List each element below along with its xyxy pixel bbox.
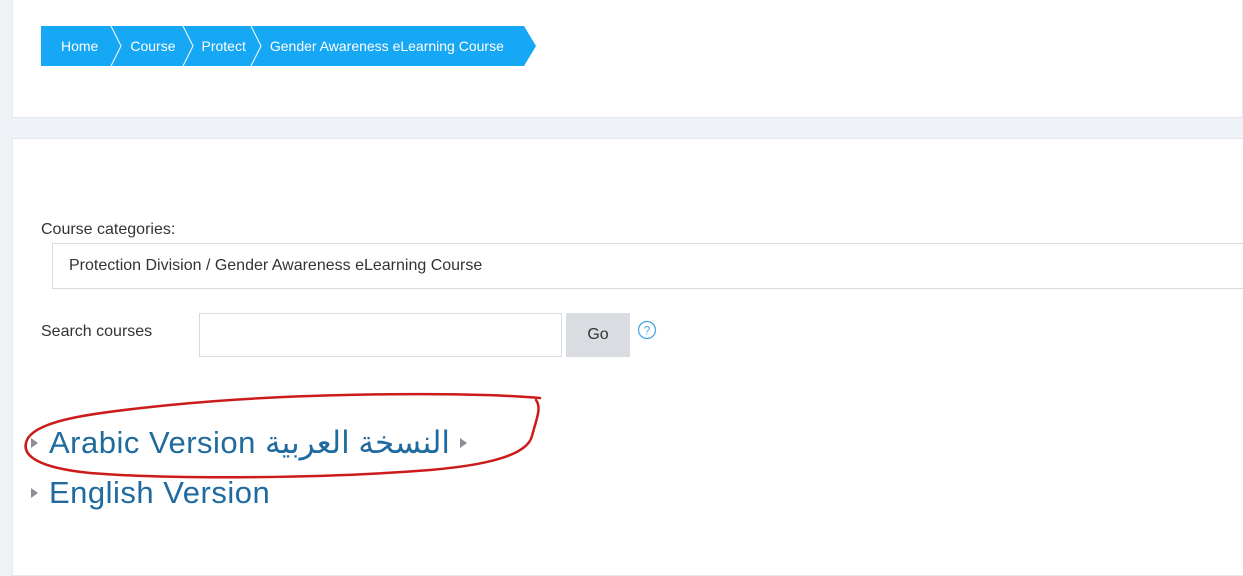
breadcrumb-home[interactable]: Home: [41, 26, 111, 66]
breadcrumb-panel: Home Course Protect Gender Awareness eLe…: [12, 0, 1243, 118]
course-title[interactable]: English Version: [49, 475, 270, 511]
category-select[interactable]: Protection Division / Gender Awareness e…: [52, 243, 1243, 289]
breadcrumb: Home Course Protect Gender Awareness eLe…: [41, 26, 536, 66]
expand-arrow-icon: [31, 438, 38, 448]
search-input[interactable]: [199, 313, 562, 357]
course-arabic-version[interactable]: Arabic Version النسخة العربية: [27, 425, 470, 461]
expand-arrow-icon: [31, 488, 38, 498]
breadcrumb-separator-icon: [110, 26, 123, 66]
breadcrumb-course[interactable]: Course: [122, 26, 182, 66]
expand-arrow-icon: [460, 438, 468, 448]
course-title[interactable]: Arabic Version النسخة العربية: [49, 425, 450, 461]
breadcrumb-arrow-icon: [523, 26, 536, 66]
svg-text:?: ?: [644, 324, 651, 338]
breadcrumb-protect[interactable]: Protect: [193, 26, 250, 66]
category-label: Course categories:: [41, 221, 176, 238]
help-icon[interactable]: ?: [637, 320, 657, 340]
course-english-version[interactable]: English Version: [27, 475, 270, 511]
breadcrumb-current-course[interactable]: Gender Awareness eLearning Course: [261, 26, 524, 66]
page: Home Course Protect Gender Awareness eLe…: [0, 0, 1243, 576]
breadcrumb-separator-icon: [181, 26, 194, 66]
go-button[interactable]: Go: [566, 313, 630, 357]
course-category-panel: Course categories: Protection Division /…: [12, 138, 1243, 576]
breadcrumb-separator-icon: [249, 26, 262, 66]
search-label: Search courses: [41, 323, 153, 340]
